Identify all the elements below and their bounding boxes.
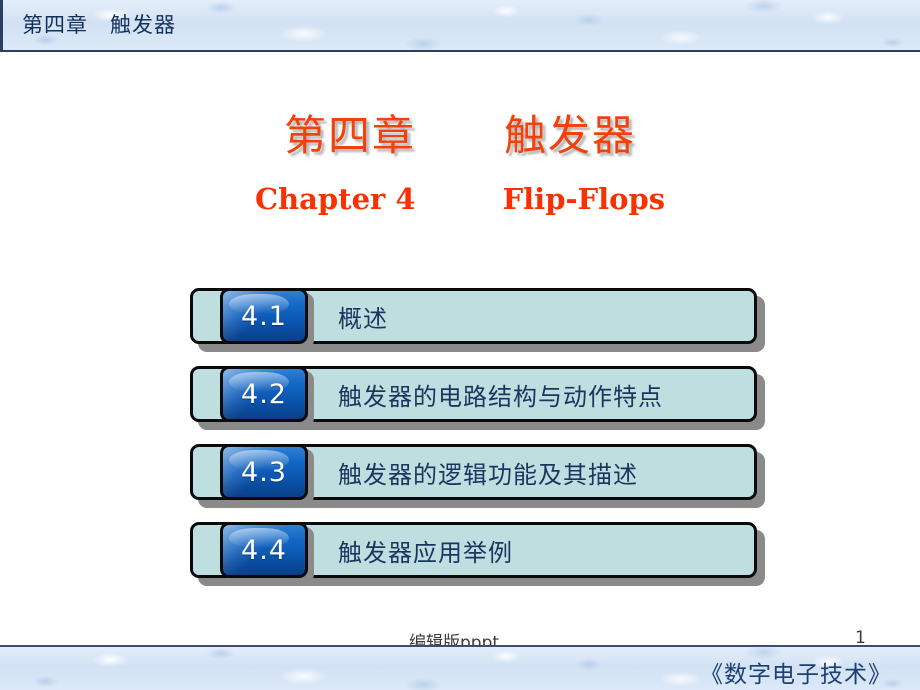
agenda-section-label: 触发器的电路结构与动作特点: [338, 382, 663, 411]
agenda-item-4-3[interactable]: 4.3 触发器的逻辑功能及其描述: [190, 444, 770, 508]
page-subtitle: Chapter 4 Flip-Flops: [254, 182, 666, 217]
agenda-item-4-1[interactable]: 4.1 概述: [190, 288, 770, 352]
slide-header-bar: 第四章 触发器: [0, 0, 920, 52]
header-left-accent: [0, 0, 3, 52]
agenda-section-number: 4.3: [241, 456, 287, 488]
footer-course-title: 《数字电子技术》: [700, 662, 892, 688]
agenda-badge: 4.2: [220, 366, 308, 422]
agenda-list: 4.1 概述 4.2 触发器的电路结构与动作特点 4.3 触发器的逻辑功能及其描…: [190, 288, 770, 600]
slide-footer-bar: 《数字电子技术》: [0, 645, 920, 690]
agenda-badge: 4.4: [220, 522, 308, 578]
agenda-section-number: 4.1: [241, 300, 287, 332]
agenda-item-4-4[interactable]: 4.4 触发器应用举例: [190, 522, 770, 586]
agenda-section-number: 4.2: [241, 378, 287, 410]
header-chapter-title: 第四章 触发器: [22, 13, 176, 37]
agenda-section-label: 触发器的逻辑功能及其描述: [338, 460, 638, 489]
agenda-section-number: 4.4: [241, 534, 287, 566]
agenda-badge: 4.3: [220, 444, 308, 500]
agenda-section-label: 触发器应用举例: [338, 538, 513, 567]
title-block: 第四章 触发器 Chapter 4 Flip-Flops: [0, 111, 920, 218]
agenda-item-4-2[interactable]: 4.2 触发器的电路结构与动作特点: [190, 366, 770, 430]
agenda-section-label: 概述: [338, 304, 388, 333]
page-title: 第四章 触发器: [283, 111, 636, 160]
agenda-badge: 4.1: [220, 288, 308, 344]
slide-canvas: 第四章 触发器 第四章 触发器 Chapter 4 Flip-Flops 4.1…: [0, 0, 920, 690]
